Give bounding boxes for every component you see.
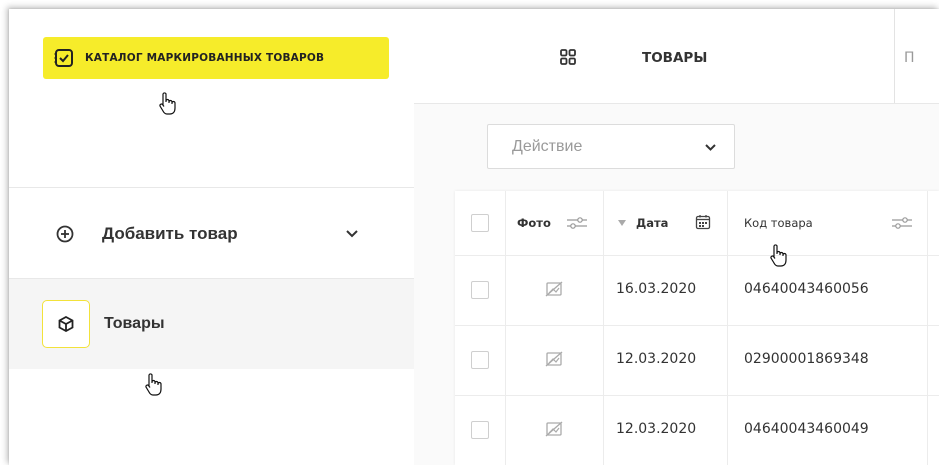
hand-cursor-icon (159, 92, 176, 115)
calendar-icon[interactable] (695, 214, 711, 230)
sidebar: КАТАЛОГ МАРКИРОВАННЫХ ТОВАРОВ Добавить т… (9, 9, 415, 465)
cell-date: 12.03.2020 (616, 351, 697, 367)
main-content: ТОВАРЫ П Действие Фото Дата Код товара 1… (414, 9, 939, 465)
column-header-date: Дата (636, 216, 669, 230)
column-header-photo: Фото (517, 216, 551, 230)
table-row[interactable]: 12.03.2020 02900001869348 (455, 325, 939, 396)
sidebar-item-label: Товары (104, 315, 165, 332)
chevron-down-icon (705, 144, 716, 151)
no-photo-icon (545, 281, 563, 297)
top-navigation: ТОВАРЫ П (414, 9, 939, 104)
cell-code: 04640043460056 (744, 281, 869, 297)
box-icon (58, 316, 74, 332)
column-header-code: Код товара (744, 216, 813, 230)
add-item-label: Добавить товар (102, 224, 238, 243)
sidebar-divider (9, 187, 414, 188)
catalog-button[interactable]: КАТАЛОГ МАРКИРОВАННЫХ ТОВАРОВ (43, 37, 389, 79)
cell-date: 16.03.2020 (616, 281, 697, 297)
row-checkbox[interactable] (471, 281, 489, 299)
table-header: Фото Дата Код товара (455, 191, 939, 267)
cell-date: 12.03.2020 (616, 421, 697, 437)
goods-table: Фото Дата Код товара 16.03.2020 04640043… (455, 191, 939, 465)
box-icon-frame (42, 300, 90, 348)
action-select-value: Действие (512, 138, 583, 155)
catalog-button-label: КАТАЛОГ МАРКИРОВАННЫХ ТОВАРОВ (85, 52, 325, 64)
cell-code: 04640043460049 (744, 421, 869, 437)
row-checkbox[interactable] (471, 421, 489, 439)
hand-cursor-icon (145, 373, 162, 396)
action-select[interactable]: Действие (487, 124, 735, 169)
filter-sliders-icon[interactable] (891, 215, 913, 231)
plus-circle-icon (56, 225, 74, 243)
sort-down-icon[interactable] (618, 220, 626, 227)
row-checkbox[interactable] (471, 351, 489, 369)
no-photo-icon (545, 421, 563, 437)
grid-icon[interactable] (560, 49, 576, 65)
table-row[interactable]: 12.03.2020 04640043460049 (455, 395, 939, 465)
tab-goods[interactable]: ТОВАРЫ (642, 50, 707, 66)
table-row[interactable]: 16.03.2020 04640043460056 (455, 255, 939, 326)
no-photo-icon (545, 351, 563, 367)
select-all-checkbox[interactable] (471, 214, 489, 232)
chevron-down-icon[interactable] (345, 227, 359, 241)
app-window: КАТАЛОГ МАРКИРОВАННЫХ ТОВАРОВ Добавить т… (9, 9, 939, 465)
sidebar-item-goods[interactable]: Товары (9, 279, 414, 369)
tab-separator (894, 9, 895, 103)
add-item-menu[interactable]: Добавить товар (9, 189, 414, 279)
checkbox-icon (54, 49, 73, 67)
tab-next[interactable]: П (904, 50, 915, 66)
filter-sliders-icon[interactable] (566, 215, 588, 231)
cell-code: 02900001869348 (744, 351, 869, 367)
